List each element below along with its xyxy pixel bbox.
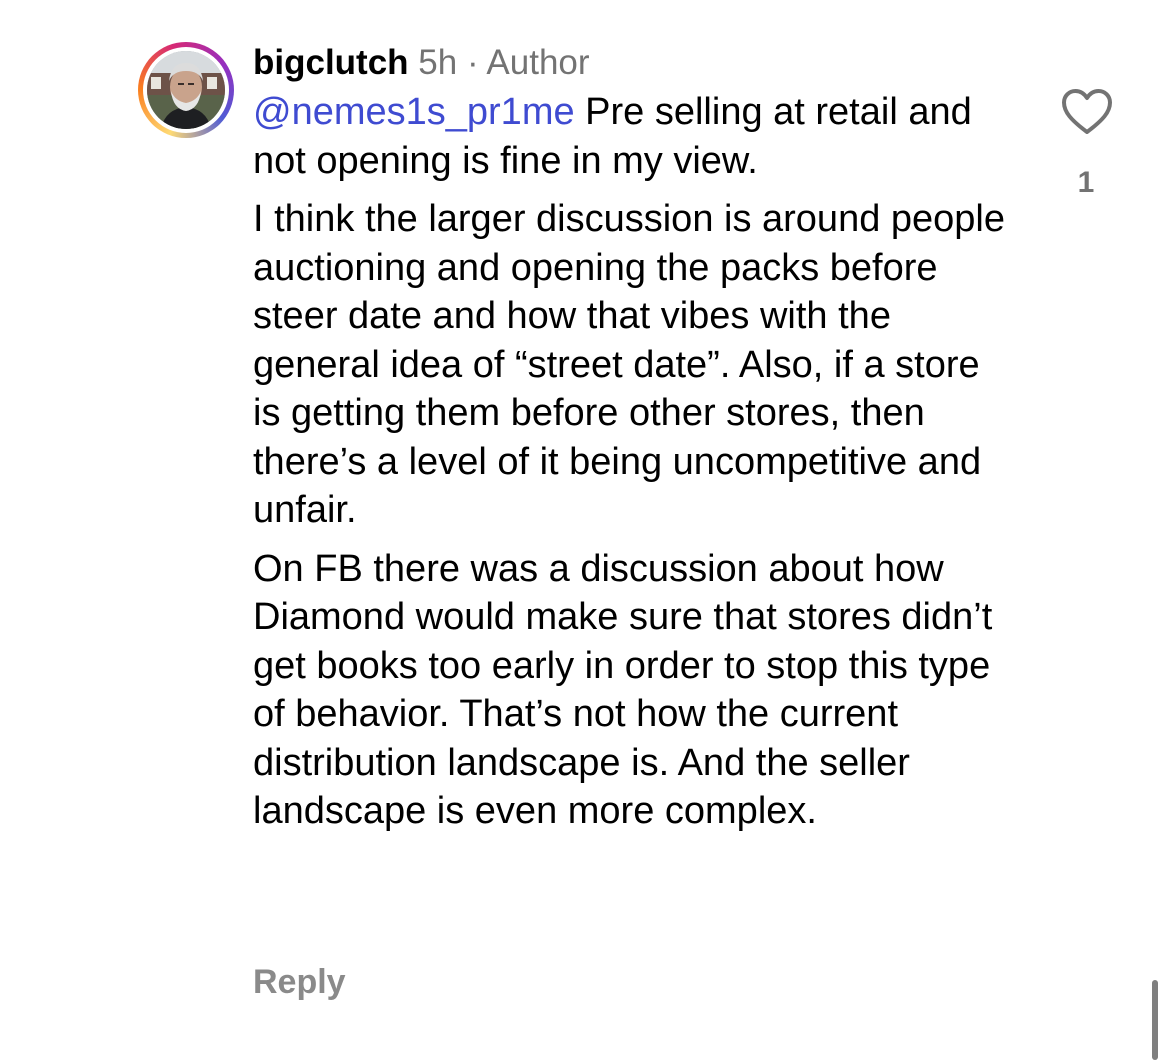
meta-separator: ·: [466, 43, 479, 82]
mention-link[interactable]: @nemes1s_pr1me: [253, 91, 575, 133]
avatar[interactable]: [147, 51, 225, 129]
username-link[interactable]: bigclutch: [253, 43, 409, 82]
scrollbar[interactable]: [1152, 980, 1158, 1060]
comment-time: 5h: [418, 43, 458, 82]
heart-outline-icon[interactable]: [1061, 88, 1113, 136]
comment-paragraph-3: On FB there was a discussion about how D…: [253, 547, 993, 833]
comment-paragraph-1: @nemes1s_pr1me Pre selling at retail and…: [253, 88, 1013, 185]
comment-paragraph-2: I think the larger discussion is around …: [253, 198, 1006, 531]
comment-body: bigclutch 5h · Author @nemes1s_pr1me Pre…: [253, 40, 1013, 836]
avatar-story-ring[interactable]: [138, 42, 234, 138]
author-badge: Author: [486, 43, 590, 82]
like-button[interactable]: [1060, 88, 1114, 136]
reply-button[interactable]: Reply: [253, 962, 346, 1002]
avatar-ring-gap: [143, 47, 229, 133]
comment: bigclutch 5h · Author @nemes1s_pr1me Pre…: [0, 0, 1170, 1060]
like-count: 1: [1077, 166, 1095, 199]
comment-meta: bigclutch 5h · Author: [253, 40, 1013, 86]
